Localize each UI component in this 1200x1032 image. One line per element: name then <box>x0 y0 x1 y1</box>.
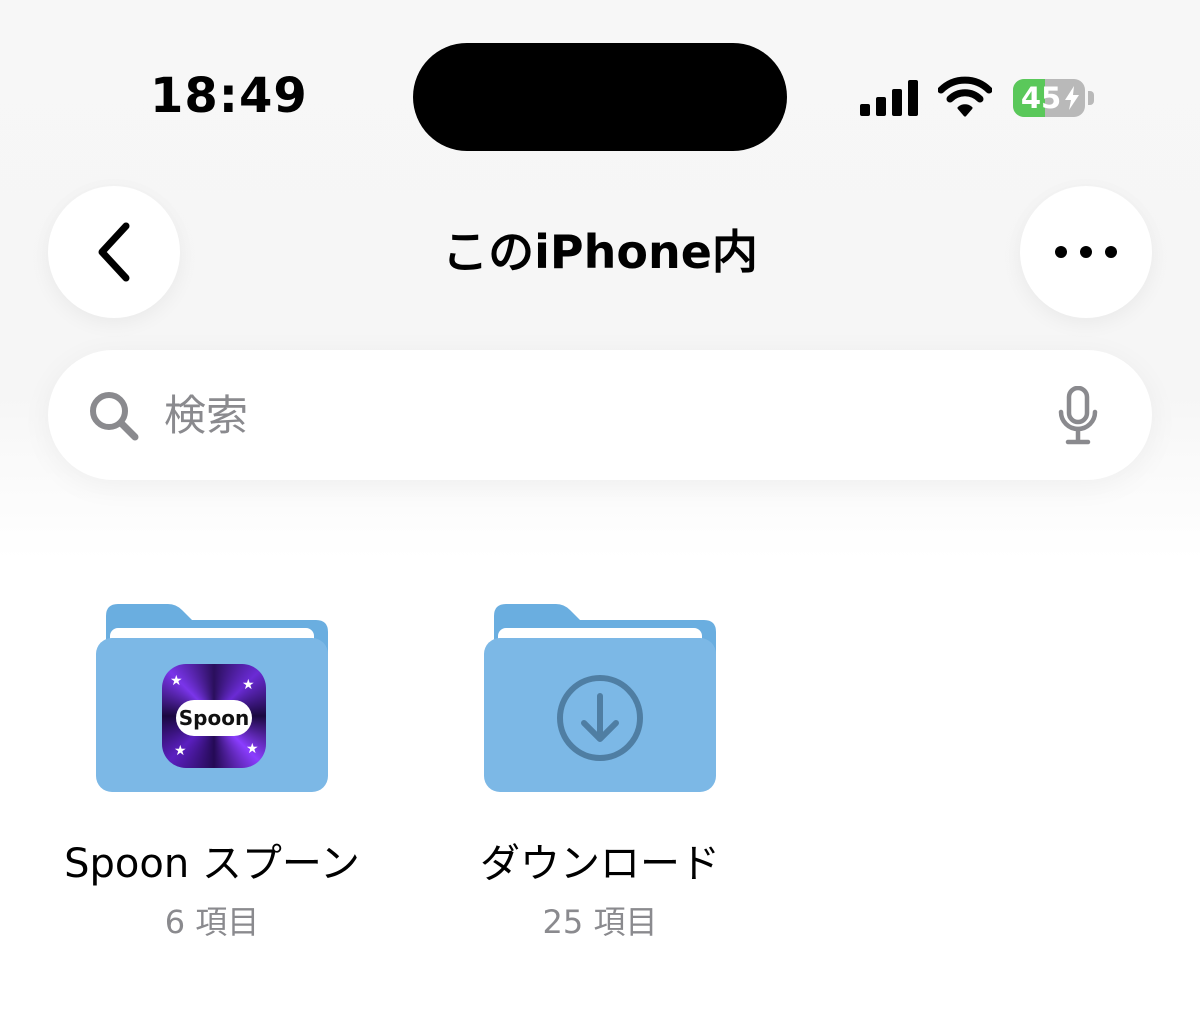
back-button[interactable] <box>48 186 180 318</box>
cellular-signal-icon <box>860 80 918 116</box>
ellipsis-icon <box>1055 246 1117 258</box>
folder-item-count: 25 項目 <box>542 903 658 941</box>
search-input[interactable] <box>164 383 1024 447</box>
star-icon: ★ <box>174 743 187 759</box>
battery-percent: 45 <box>1020 81 1062 115</box>
battery-indicator: 45 <box>1013 79 1085 117</box>
microphone-icon[interactable] <box>1058 386 1098 446</box>
spoon-logo-text: Spoon <box>176 700 252 736</box>
more-options-button[interactable] <box>1020 186 1152 318</box>
folder-spoon[interactable]: ★ ★ ★ ★ Spoon Spoon スプーン 6 項目 <box>42 592 382 972</box>
star-icon: ★ <box>246 741 259 757</box>
download-icon <box>557 675 643 761</box>
page-title: このiPhone内 <box>442 225 758 279</box>
wifi-icon <box>938 76 992 117</box>
folder-name: Spoon スプーン <box>64 841 360 887</box>
search-icon <box>90 392 139 441</box>
folder-downloads[interactable]: ダウンロード 25 項目 <box>430 592 770 972</box>
star-icon: ★ <box>242 677 255 693</box>
status-time: 18:49 <box>150 68 308 124</box>
folder-name: ダウンロード <box>480 841 720 887</box>
spoon-app-icon: ★ ★ ★ ★ Spoon <box>162 664 266 768</box>
dynamic-island <box>413 43 787 151</box>
folder-item-count: 6 項目 <box>164 903 260 941</box>
charging-bolt-icon <box>1065 86 1079 110</box>
chevron-left-icon <box>98 222 130 282</box>
search-bar[interactable] <box>48 350 1152 480</box>
battery-cap <box>1088 91 1094 105</box>
star-icon: ★ <box>170 673 183 689</box>
